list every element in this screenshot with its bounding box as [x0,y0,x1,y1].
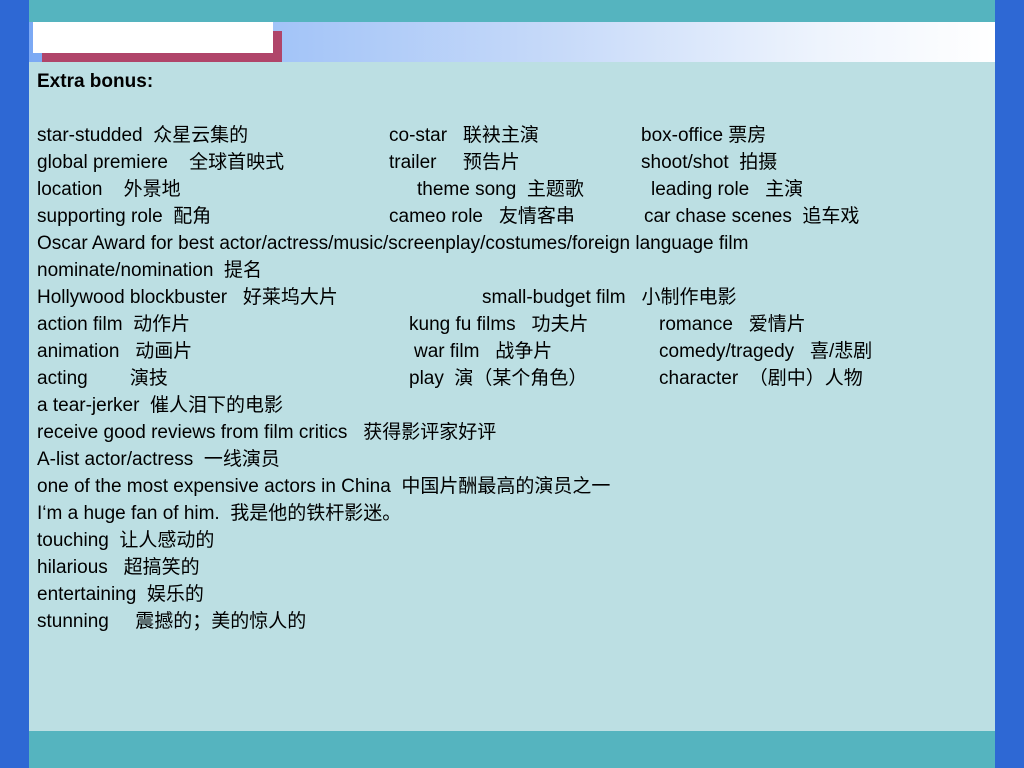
page-title-label: Extra bonus [37,71,147,92]
vocab-line: nominate/nomination 提名 [37,257,977,284]
vocab-entry: leading role 主演 [651,179,804,200]
vocab-entry: touching 让人感动的 [37,530,215,551]
vocab-entry: supporting role 配角 [37,206,212,227]
vocab-entry: stunning 震撼的；美的惊人的 [37,611,307,632]
vocab-entry: war film 战争片 [414,341,553,362]
vocab-entry: receive good reviews from film critics 获… [37,422,497,443]
vocab-entry: car chase scenes 追车戏 [644,206,860,227]
vocab-line: action film 动作片 kung fu films 功夫片 romance … [37,311,977,338]
vocab-entry: trailer 预告片 [389,152,520,173]
title-box[interactable] [33,22,273,53]
vocab-entry: kung fu films 功夫片 [409,314,589,335]
title-box-text [33,22,273,30]
vocab-entry: action film 动作片 [37,314,191,335]
top-teal-band [29,0,995,22]
vocab-entry: A-list actor/actress 一线演员 [37,449,280,470]
vocab-entry: nominate/nomination 提名 [37,260,262,281]
page-title: Extra bonus: [37,70,153,94]
vocab-line: receive good reviews from film critics 获… [37,419,977,446]
page-title-colon: : [146,71,154,92]
vocab-entry: romance 爱情片 [659,314,806,335]
vocab-line: hilarious 超搞笑的 [37,554,977,581]
slide-canvas: Extra bonus: star-studded 众星云集的 co-star 联… [0,0,1024,768]
vocab-entry: theme song 主题歌 [417,179,584,200]
vocab-entry: star-studded 众星云集的 [37,125,249,146]
vocab-entry: Oscar Award for best actor/actress/music… [37,233,749,254]
vocab-line: a tear-jerker 催人泪下的电影 [37,392,977,419]
vocabulary-list: star-studded 众星云集的 co-star 联袂主演 box-office… [37,122,977,635]
vocab-entry: I‘m a huge fan of him. 我是他的铁杆影迷。 [37,503,402,524]
vocab-line: Hollywood blockbuster 好莱坞大片 small-budget … [37,284,977,311]
vocab-line: A-list actor/actress 一线演员 [37,446,977,473]
vocab-entry: box-office 票房 [641,125,767,146]
vocab-entry: location 外景地 [37,179,181,200]
vocab-entry: one of the most expensive actors in Chin… [37,476,611,497]
vocab-line: star-studded 众星云集的 co-star 联袂主演 box-office… [37,122,977,149]
left-border-rail [0,0,29,768]
vocab-entry: small-budget film 小制作电影 [482,287,737,308]
vocab-line: one of the most expensive actors in Chin… [37,473,977,500]
vocab-entry: global premiere 全球首映式 [37,152,285,173]
vocab-entry: Hollywood blockbuster 好莱坞大片 [37,287,338,308]
vocab-line: touching 让人感动的 [37,527,977,554]
vocab-entry: acting 演技 [37,368,168,389]
vocab-line: stunning 震撼的；美的惊人的 [37,608,977,635]
vocab-entry: play 演（某个角色） [409,368,588,389]
vocab-line: entertaining 娱乐的 [37,581,977,608]
vocab-entry: shoot/shot 拍摄 [641,152,778,173]
vocab-entry: cameo role 友情客串 [389,206,575,227]
vocab-line: supporting role 配角 cameo role 友情客串 car cha… [37,203,977,230]
vocab-line: location 外景地 theme song 主题歌 leading role 主… [37,176,977,203]
vocab-line: acting 演技 play 演（某个角色） character （剧中）人物 [37,365,977,392]
bottom-teal-band [29,731,995,768]
vocab-entry: entertaining 娱乐的 [37,584,204,605]
vocab-line: animation 动画片 war film 战争片 comedy/tragedy … [37,338,977,365]
right-border-rail [995,0,1024,768]
vocab-entry: character （剧中）人物 [659,368,863,389]
vocab-line: global premiere 全球首映式 trailer 预告片 shoot/sh… [37,149,977,176]
vocab-entry: hilarious 超搞笑的 [37,557,200,578]
vocab-entry: animation 动画片 [37,341,193,362]
vocab-line: Oscar Award for best actor/actress/music… [37,230,977,257]
vocab-entry: a tear-jerker 催人泪下的电影 [37,395,283,416]
vocab-line: I‘m a huge fan of him. 我是他的铁杆影迷。 [37,500,977,527]
vocab-entry: comedy/tragedy 喜/悲剧 [659,341,873,362]
vocab-entry: co-star 联袂主演 [389,125,539,146]
